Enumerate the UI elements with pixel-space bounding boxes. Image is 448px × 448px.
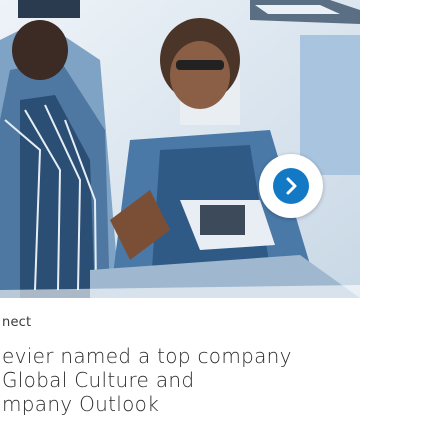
play-icon xyxy=(273,168,309,204)
category-label: nect xyxy=(2,315,32,330)
video-thumbnail[interactable] xyxy=(0,0,360,298)
headline-line: evier named a top company xyxy=(2,344,292,368)
people-photo xyxy=(0,0,360,298)
article-headline[interactable]: evier named a top company Global Culture… xyxy=(2,344,292,416)
headline-line: Global Culture and xyxy=(2,368,195,392)
headline-line: mpany Outlook xyxy=(2,392,160,416)
play-button[interactable] xyxy=(259,154,323,218)
